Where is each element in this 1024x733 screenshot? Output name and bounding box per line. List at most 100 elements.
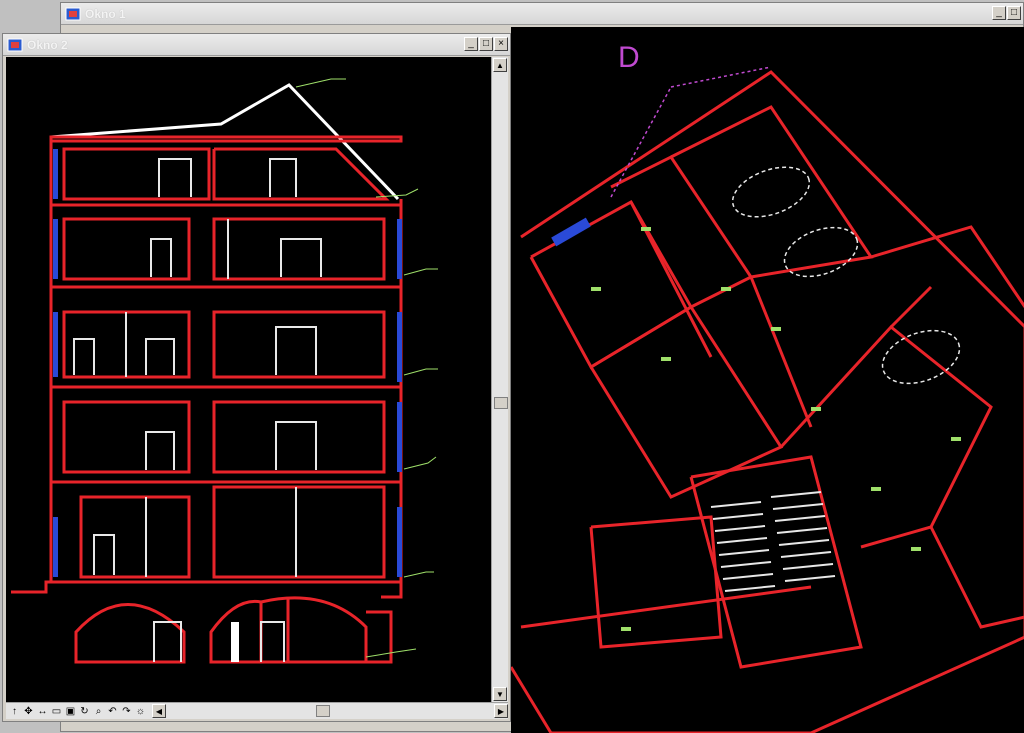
maximize-button[interactable]: □ xyxy=(479,37,493,51)
annotation-tag xyxy=(641,227,651,231)
window-okno-2[interactable]: Okno 2 _ □ × ▲ ▼ ↑ ✥ ↔ ▭ ▣ ↻ ⌕ ↶ ↷ ☼ ◀ ▶ xyxy=(2,33,511,722)
door-opening xyxy=(269,158,297,197)
stair-tread xyxy=(772,503,824,510)
level-marker xyxy=(403,571,434,578)
minimize-icon: _ xyxy=(996,7,1002,18)
door-opening xyxy=(275,326,317,375)
plan-wall-a xyxy=(529,199,694,370)
door-opening xyxy=(145,338,175,375)
glass-panel xyxy=(397,402,402,472)
plan-wall-d xyxy=(589,304,784,499)
glass-panel xyxy=(53,517,58,577)
measure-icon[interactable]: ⌕ xyxy=(92,705,105,718)
room-outline xyxy=(79,495,191,579)
window-okno-1-title: Okno 1 xyxy=(85,6,126,21)
minimize-button[interactable]: _ xyxy=(464,37,478,51)
scroll-down-button[interactable]: ▼ xyxy=(493,687,507,701)
stair-tread xyxy=(780,551,832,558)
annotation-tag xyxy=(621,627,631,631)
stair-tread xyxy=(724,585,776,592)
room-outline xyxy=(212,310,386,379)
fit-icon[interactable]: ▣ xyxy=(64,705,77,718)
window-okno-2-title: Okno 2 xyxy=(27,37,68,52)
pan-icon[interactable]: ✥ xyxy=(22,705,35,718)
annotation-tag xyxy=(591,287,601,291)
arrow-down-icon: ▼ xyxy=(496,689,504,699)
arrow-up-icon: ▲ xyxy=(496,60,504,70)
plan-wall-b xyxy=(610,155,754,309)
glass-panel xyxy=(53,149,58,199)
refresh-icon[interactable]: ↻ xyxy=(78,705,91,718)
stair-tread xyxy=(722,573,774,580)
window-okno-1-titlebar[interactable]: Okno 1 _ □ xyxy=(61,3,1023,25)
annotation-tag xyxy=(721,287,731,291)
door-opening xyxy=(153,621,182,662)
vertical-scrollbar[interactable]: ▲ ▼ xyxy=(491,57,508,702)
plan-wall-i xyxy=(520,585,812,629)
stair-tread xyxy=(784,575,836,582)
annotation-tag xyxy=(871,487,881,491)
cad-app-icon xyxy=(7,38,23,51)
door-opening xyxy=(275,421,317,470)
section-line xyxy=(670,66,772,88)
minimize-button[interactable]: _ xyxy=(992,6,1006,20)
up-arrow-icon[interactable]: ↑ xyxy=(8,705,21,718)
stair-tread xyxy=(718,549,770,556)
room-outline xyxy=(62,400,191,474)
cellar-vault xyxy=(74,603,186,664)
plan-glass-element xyxy=(551,217,591,247)
plan-wall-k xyxy=(749,276,813,428)
door-opening xyxy=(150,238,172,277)
door-opening xyxy=(93,534,115,575)
annotation-tag xyxy=(661,357,671,361)
door-opening xyxy=(260,621,285,662)
glass-panel xyxy=(53,312,58,377)
stair-tread xyxy=(778,539,830,546)
horizontal-scroll-track[interactable] xyxy=(166,705,494,717)
floor-plan-canvas[interactable] xyxy=(511,27,1024,733)
plan-wall-h xyxy=(870,225,1024,308)
annotation-tag xyxy=(771,327,781,331)
redo-icon[interactable]: ↷ xyxy=(120,705,133,718)
scroll-left-button[interactable]: ◀ xyxy=(152,704,166,718)
zoom-icon[interactable]: ↔ xyxy=(36,705,49,718)
cellar-door-fill xyxy=(231,622,239,662)
arrow-right-icon: ▶ xyxy=(497,706,505,716)
cad-app-icon xyxy=(65,7,81,20)
glass-panel xyxy=(397,219,402,279)
settings-icon[interactable]: ☼ xyxy=(134,705,147,718)
plan-wall-c xyxy=(670,105,874,279)
maximize-button[interactable]: □ xyxy=(1007,6,1021,20)
section-label-d: D xyxy=(618,41,640,74)
door-opening xyxy=(158,158,192,197)
window-icon[interactable]: ▭ xyxy=(50,705,63,718)
arrow-left-icon: ◀ xyxy=(155,706,163,716)
facade-wall-left xyxy=(11,137,53,594)
window-okno-2-titlebar[interactable]: Okno 2 _ □ × xyxy=(3,34,510,56)
stair-tread xyxy=(710,501,762,508)
room-outline xyxy=(212,147,390,201)
stair-tread xyxy=(714,525,766,532)
scroll-right-button[interactable]: ▶ xyxy=(494,704,508,718)
elevation-canvas[interactable] xyxy=(6,57,491,702)
door-opening xyxy=(280,238,322,277)
scroll-up-button[interactable]: ▲ xyxy=(493,58,507,72)
scroll-thumb-horizontal[interactable] xyxy=(316,705,330,717)
stair-tread xyxy=(776,527,828,534)
plan-wall-e xyxy=(689,455,863,669)
room-outline xyxy=(62,147,211,201)
minimize-icon: _ xyxy=(468,38,474,49)
elevation-drawing xyxy=(11,78,438,664)
scroll-thumb-vertical[interactable] xyxy=(494,397,508,409)
maximize-icon: □ xyxy=(482,38,490,49)
undo-icon[interactable]: ↶ xyxy=(106,705,119,718)
floor-outline xyxy=(49,135,403,143)
stair-tread xyxy=(774,515,826,522)
plan-wall-f xyxy=(589,515,723,649)
glass-panel xyxy=(53,219,58,279)
section-line xyxy=(610,86,672,198)
close-button[interactable]: × xyxy=(494,37,508,51)
plan-wall-m xyxy=(929,526,1024,629)
annotation-tag xyxy=(951,437,961,441)
stair-tread xyxy=(770,491,822,498)
